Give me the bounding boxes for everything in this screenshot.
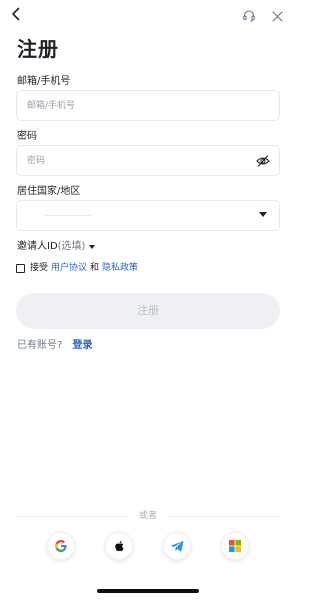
page-title: 注册 [17, 37, 59, 61]
close-button[interactable] [271, 8, 284, 22]
top-bar [0, 0, 296, 32]
or-divider: 或者 [16, 509, 280, 523]
terms-link[interactable]: 用户协议 [51, 262, 87, 274]
agreement-checkbox[interactable] [16, 263, 25, 273]
country-label: 居住国家/地区 [17, 186, 81, 197]
headset-icon [243, 10, 255, 22]
support-button[interactable] [242, 8, 256, 22]
login-link[interactable]: 登录 [73, 340, 93, 351]
home-indicator [97, 589, 199, 593]
divider-line [168, 516, 280, 517]
agreement-conjunction: 和 [90, 263, 100, 273]
login-prompt: 已有账号? 登录 [17, 339, 93, 353]
privacy-link[interactable]: 隐私政策 [102, 262, 138, 274]
caret-down-icon [89, 245, 96, 249]
telegram-login-button[interactable] [163, 532, 191, 560]
apple-icon [115, 541, 124, 552]
country-selected-value [45, 215, 91, 216]
country-select[interactable] [16, 200, 280, 231]
register-button[interactable]: 注册 [16, 293, 280, 329]
google-icon [55, 540, 67, 552]
agreement-prefix: 接受 [30, 263, 49, 273]
email-phone-field[interactable] [16, 90, 280, 121]
close-icon [272, 11, 283, 22]
chevron-left-icon [12, 7, 20, 21]
referral-toggle[interactable]: 邀请人ID (选填) [17, 240, 96, 254]
email-phone-label: 邮箱/手机号 [17, 76, 71, 87]
referral-label: 邀请人ID [17, 241, 58, 252]
back-button[interactable] [8, 6, 24, 22]
login-prompt-text: 已有账号? [17, 340, 63, 351]
referral-optional: (选填) [57, 241, 86, 252]
telegram-icon [170, 541, 184, 552]
caret-down-icon [259, 212, 267, 217]
google-login-button[interactable] [47, 532, 75, 560]
password-field[interactable] [16, 145, 280, 176]
password-label: 密码 [17, 131, 37, 142]
apple-login-button[interactable] [105, 532, 133, 560]
password-input[interactable] [17, 146, 279, 175]
microsoft-login-button[interactable] [221, 532, 249, 560]
agreement-row: 接受 用户协议 和 隐私政策 [16, 262, 138, 274]
microsoft-icon [229, 540, 241, 552]
email-phone-input[interactable] [17, 91, 279, 120]
eye-slash-icon[interactable] [256, 155, 270, 167]
